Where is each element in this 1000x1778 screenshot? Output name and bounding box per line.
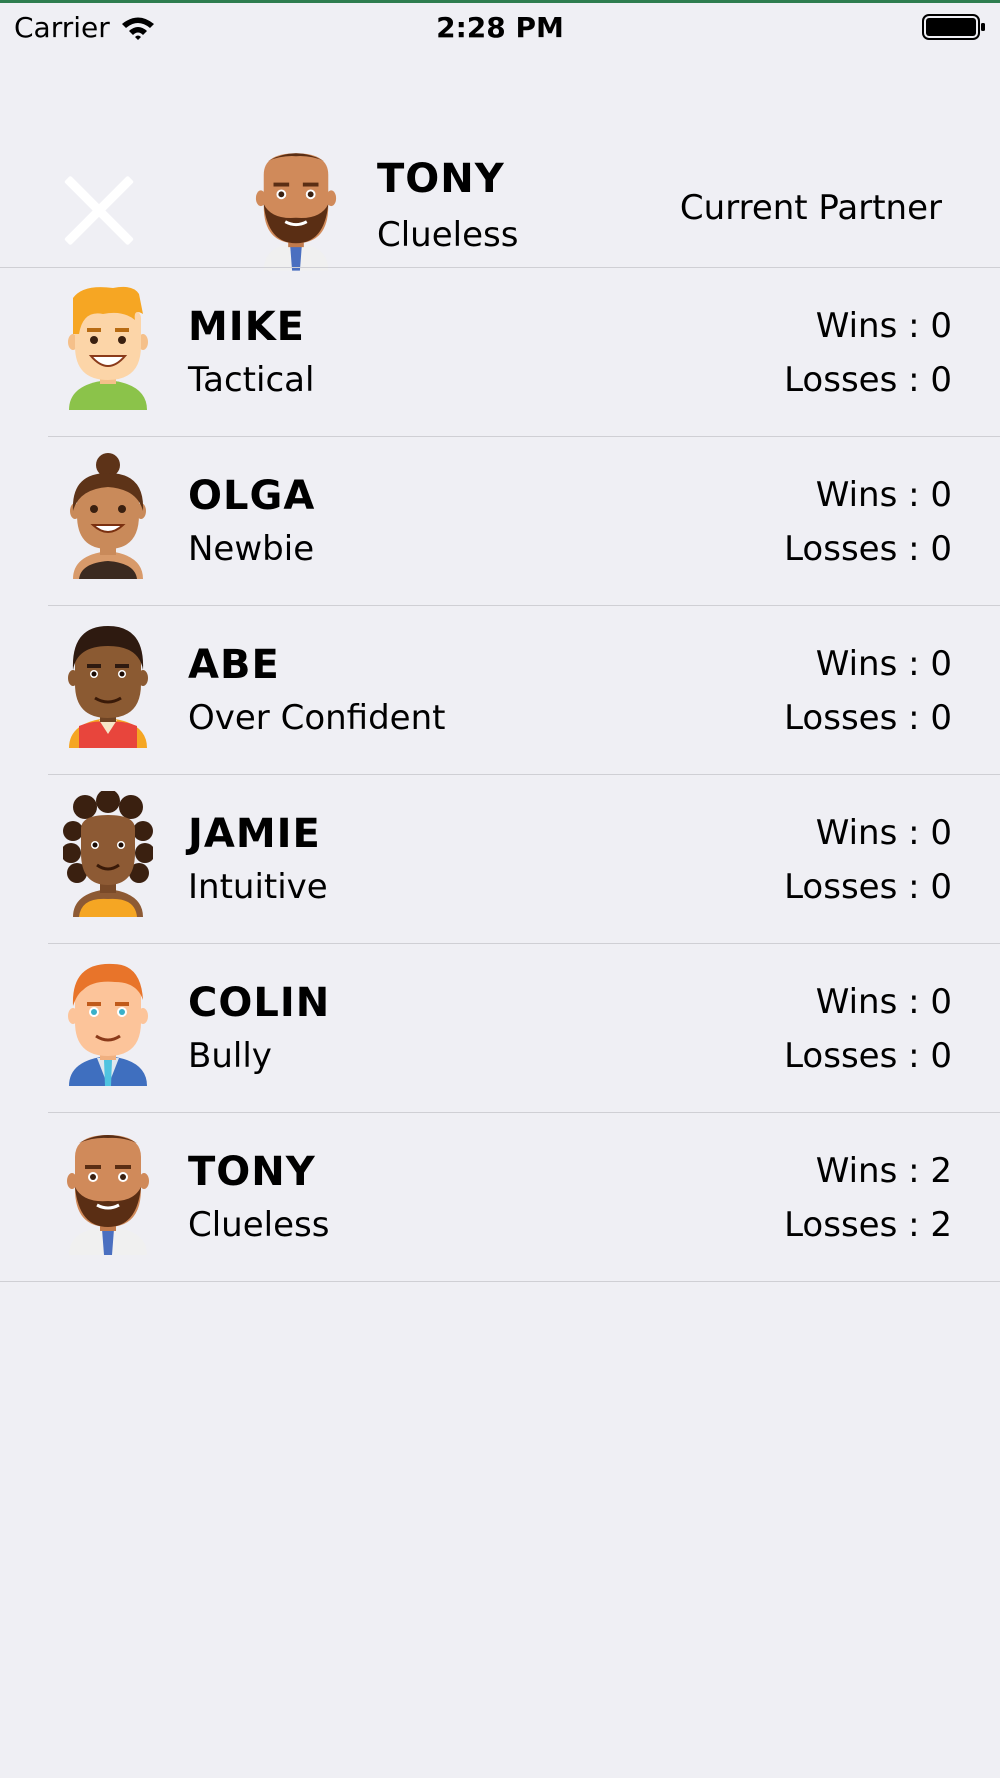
battery-icon — [922, 14, 986, 40]
player-losses: Losses : 0 — [784, 360, 952, 400]
player-losses: Losses : 0 — [784, 698, 952, 738]
clock: 2:28 PM — [436, 11, 564, 44]
mike-avatar — [63, 284, 153, 410]
player-row-colin[interactable]: COLIN Bully Wins : 0 Losses : 0 — [0, 944, 1000, 1113]
player-trait: Intuitive — [188, 867, 328, 907]
close-icon[interactable] — [62, 172, 136, 246]
status-bar: Carrier 2:28 PM — [0, 3, 1000, 49]
current-partner-label: Current Partner — [679, 188, 942, 228]
player-list: MIKE Tactical Wins : 0 Losses : 0 OLGA N… — [0, 268, 1000, 1282]
player-wins: Wins : 0 — [815, 982, 952, 1022]
player-row-olga[interactable]: OLGA Newbie Wins : 0 Losses : 0 — [0, 437, 1000, 606]
player-trait: Bully — [188, 1036, 272, 1076]
player-trait: Clueless — [188, 1205, 330, 1245]
player-name: JAMIE — [188, 811, 321, 857]
player-wins: Wins : 0 — [815, 306, 952, 346]
player-row-mike[interactable]: MIKE Tactical Wins : 0 Losses : 0 — [0, 268, 1000, 437]
player-trait: Tactical — [188, 360, 315, 400]
partner-trait: Clueless — [377, 215, 519, 255]
player-row-tony[interactable]: TONY Clueless Wins : 2 Losses : 2 — [0, 1113, 1000, 1282]
player-wins: Wins : 0 — [815, 644, 952, 684]
abe-avatar — [63, 622, 153, 748]
partner-avatar — [252, 146, 340, 272]
player-name: OLGA — [188, 473, 316, 519]
player-row-abe[interactable]: ABE Over Confident Wins : 0 Losses : 0 — [0, 606, 1000, 775]
player-losses: Losses : 0 — [784, 529, 952, 569]
player-name: TONY — [188, 1149, 316, 1195]
colin-avatar — [63, 960, 153, 1086]
player-name: COLIN — [188, 980, 331, 1026]
player-losses: Losses : 0 — [784, 1036, 952, 1076]
tony-avatar — [63, 1129, 153, 1255]
row-divider — [0, 1281, 1000, 1282]
player-trait: Over Confident — [188, 698, 446, 738]
player-row-jamie[interactable]: JAMIE Intuitive Wins : 0 Losses : 0 — [0, 775, 1000, 944]
partner-name: TONY — [377, 156, 505, 202]
player-name: ABE — [188, 642, 280, 688]
player-losses: Losses : 2 — [784, 1205, 952, 1245]
player-wins: Wins : 0 — [815, 813, 952, 853]
olga-avatar — [63, 453, 153, 579]
jamie-avatar — [63, 791, 153, 917]
player-trait: Newbie — [188, 529, 315, 569]
player-wins: Wins : 2 — [815, 1151, 952, 1191]
partner-header: TONY Clueless Current Partner — [0, 50, 1000, 271]
player-name: MIKE — [188, 304, 306, 350]
player-wins: Wins : 0 — [815, 475, 952, 515]
player-losses: Losses : 0 — [784, 867, 952, 907]
